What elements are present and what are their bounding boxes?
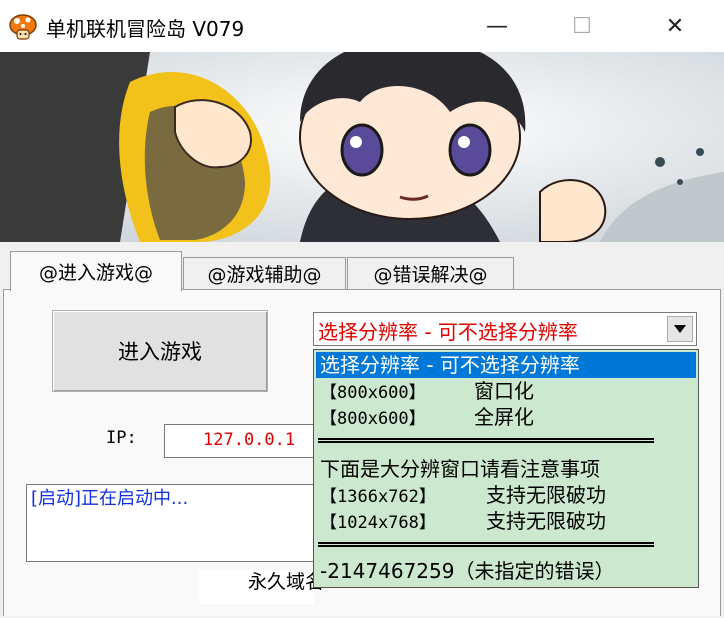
resolution-select-value: 选择分辨率 - 可不选择分辨率 <box>318 320 578 344</box>
banner-image <box>0 52 724 242</box>
option-description: 全屏化 <box>474 405 534 429</box>
log-text: [启动]正在启动中... <box>31 488 189 509</box>
option-separator <box>318 542 654 547</box>
dropdown-arrow-icon[interactable] <box>667 316 693 342</box>
tab-label: @错误解决@ <box>373 264 488 286</box>
option-resolution: 【800x600】 <box>320 409 426 429</box>
minimize-button[interactable]: — <box>468 0 526 52</box>
option-label: -2147467259（未指定的错误） <box>320 559 615 583</box>
option-800x600-fullscreen[interactable]: 【800x600】 全屏化 <box>316 404 696 430</box>
tab-enter-game[interactable]: @进入游戏@ <box>10 251 182 291</box>
title-bar: 单机联机冒险岛 V079 — ☐ ✕ <box>0 0 724 52</box>
option-large-notice[interactable]: 下面是大分辨窗口请看注意事项 <box>316 456 696 482</box>
option-resolution: 【1366x762】 <box>320 487 436 507</box>
minimize-icon: — <box>486 13 508 39</box>
option-error[interactable]: -2147467259（未指定的错误） <box>316 558 696 584</box>
option-label: 下面是大分辨窗口请看注意事项 <box>320 457 600 481</box>
option-resolution: 【800x600】 <box>320 383 426 403</box>
tab-game-assist[interactable]: @游戏辅助@ <box>183 257 346 289</box>
maximize-button[interactable]: ☐ <box>553 0 611 52</box>
option-label: 选择分辨率 - 可不选择分辨率 <box>320 353 580 377</box>
resolution-dropdown-list: 选择分辨率 - 可不选择分辨率 【800x600】 窗口化 【800x600】 … <box>313 349 699 588</box>
close-button[interactable]: ✕ <box>646 0 704 52</box>
option-select-resolution[interactable]: 选择分辨率 - 可不选择分辨率 <box>316 352 696 378</box>
tab-label: @进入游戏@ <box>38 262 153 284</box>
option-separator <box>318 438 654 443</box>
log-output: [启动]正在启动中... <box>26 484 326 562</box>
tab-label: @游戏辅助@ <box>207 264 322 286</box>
mushroom-icon <box>9 14 37 40</box>
option-1366x762[interactable]: 【1366x762】 支持无限破功 <box>316 482 696 508</box>
option-description: 支持无限破功 <box>486 509 606 533</box>
close-icon: ✕ <box>665 13 685 39</box>
resolution-select[interactable]: 选择分辨率 - 可不选择分辨率 <box>313 312 697 346</box>
enter-game-button[interactable]: 进入游戏 <box>52 310 268 392</box>
ip-label: IP: <box>106 428 137 448</box>
option-description: 窗口化 <box>474 379 534 403</box>
maximize-icon: ☐ <box>572 13 592 39</box>
option-1024x768[interactable]: 【1024x768】 支持无限破功 <box>316 508 696 534</box>
option-resolution: 【1024x768】 <box>320 513 436 533</box>
tab-error-fix[interactable]: @错误解决@ <box>347 257 514 289</box>
window-title: 单机联机冒险岛 V079 <box>46 17 245 41</box>
option-800x600-windowed[interactable]: 【800x600】 窗口化 <box>316 378 696 404</box>
option-description: 支持无限破功 <box>486 483 606 507</box>
